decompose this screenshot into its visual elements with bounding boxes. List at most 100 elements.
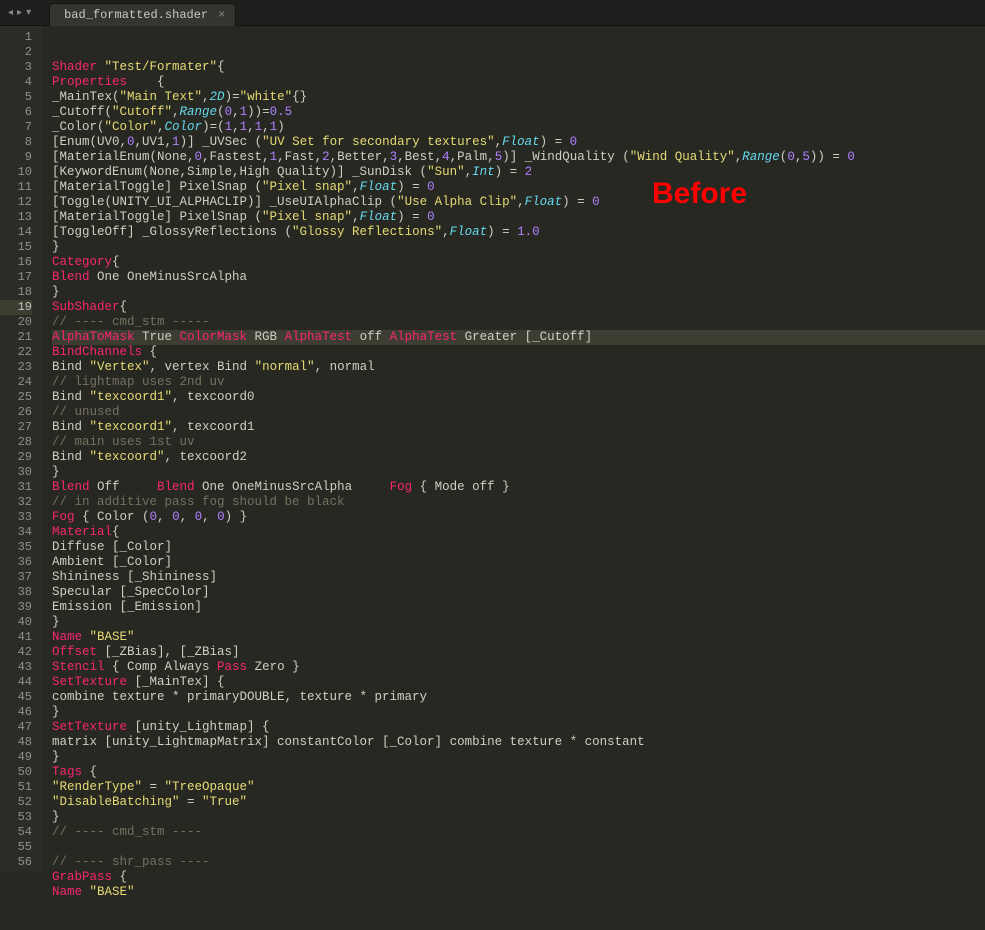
code-line[interactable]: } [52, 810, 985, 825]
code-line[interactable]: BindChannels { [52, 345, 985, 360]
nav-back-icon[interactable]: ◂ [6, 7, 15, 19]
code-line[interactable]: // ---- shr_pass ---- [52, 855, 985, 870]
code-line[interactable]: } [52, 750, 985, 765]
code-line[interactable]: Fog { Color (0, 0, 0, 0) } [52, 510, 985, 525]
code-line[interactable]: Shininess [_Shininess] [52, 570, 985, 585]
token-pl: { [142, 345, 157, 359]
code-line[interactable]: combine texture * primaryDOUBLE, texture… [52, 690, 985, 705]
code-line[interactable]: // main uses 1st uv [52, 435, 985, 450]
nav-forward-icon[interactable]: ▸ [15, 7, 24, 19]
token-pl: , [172, 105, 180, 119]
code-line[interactable]: SubShader{ [52, 300, 985, 315]
code-line[interactable]: [MaterialToggle] PixelSnap ("Pixel snap"… [52, 210, 985, 225]
file-tab[interactable]: bad_formatted.shader × [49, 3, 236, 26]
code-line[interactable]: Stencil { Comp Always Pass Zero } [52, 660, 985, 675]
line-number: 54 [0, 825, 32, 840]
code-line[interactable]: matrix [unity_LightmapMatrix] constantCo… [52, 735, 985, 750]
code-line[interactable]: // lightmap uses 2nd uv [52, 375, 985, 390]
code-line[interactable]: } [52, 705, 985, 720]
token-kw1: Name [52, 885, 82, 899]
code-line[interactable]: AlphaToMask True ColorMask RGB AlphaTest… [52, 330, 985, 345]
code-line[interactable]: } [52, 240, 985, 255]
code-line[interactable]: // unused [52, 405, 985, 420]
code-line[interactable]: Name "BASE" [52, 630, 985, 645]
code-line[interactable]: Emission [_Emission] [52, 600, 985, 615]
token-kw2: Float [450, 225, 488, 239]
token-pl: {} [292, 90, 307, 104]
code-line[interactable]: SetTexture [unity_Lightmap] { [52, 720, 985, 735]
code-line[interactable]: Tags { [52, 765, 985, 780]
token-str: "white" [240, 90, 293, 104]
token-pl: , [202, 510, 217, 524]
code-line[interactable]: Bind "Vertex", vertex Bind "normal", nor… [52, 360, 985, 375]
code-line[interactable]: [Enum(UV0,0,UV1,1)] _UVSec ("UV Set for … [52, 135, 985, 150]
code-line[interactable]: _Color("Color",Color)=(1,1,1,1) [52, 120, 985, 135]
code-line[interactable]: // ---- cmd_stm ---- [52, 825, 985, 840]
line-number: 40 [0, 615, 32, 630]
code-line[interactable]: } [52, 465, 985, 480]
editor[interactable]: 1234567891011121314151617181920212223242… [0, 26, 985, 871]
code-line[interactable]: } [52, 285, 985, 300]
code-line[interactable]: Offset [_ZBias], [_ZBias] [52, 645, 985, 660]
code-line[interactable]: [KeywordEnum(None,Simple,High Quality)] … [52, 165, 985, 180]
token-pl: ) = [540, 135, 570, 149]
token-str: "UV Set for secondary textures" [262, 135, 495, 149]
token-pl: ( [217, 105, 225, 119]
code-line[interactable]: [Toggle(UNITY_UI_ALPHACLIP)] _UseUIAlpha… [52, 195, 985, 210]
code-line[interactable]: // ---- cmd_stm ----- [52, 315, 985, 330]
code-line[interactable]: // in additive pass fog should be black [52, 495, 985, 510]
token-str: "Wind Quality" [630, 150, 735, 164]
code-line[interactable]: _Cutoff("Cutoff",Range(0,1))=0.5 [52, 105, 985, 120]
token-str: "DisableBatching" [52, 795, 180, 809]
code-line[interactable]: SetTexture [_MainTex] { [52, 675, 985, 690]
code-line[interactable]: [ToggleOff] _GlossyReflections ("Glossy … [52, 225, 985, 240]
token-str: "Test/Formater" [105, 60, 218, 74]
token-kw1: SubShader [52, 300, 120, 314]
line-number: 9 [0, 150, 32, 165]
code-line[interactable]: Name "BASE" [52, 885, 985, 900]
token-pl: ,UV1, [135, 135, 173, 149]
token-str: "Glossy Reflections" [292, 225, 442, 239]
code-line[interactable]: "DisableBatching" = "True" [52, 795, 985, 810]
code-line[interactable]: Diffuse [_Color] [52, 540, 985, 555]
line-number: 42 [0, 645, 32, 660]
code-line[interactable]: Bind "texcoord1", texcoord0 [52, 390, 985, 405]
code-area[interactable]: Shader "Test/Formater"{Properties {_Main… [42, 26, 985, 871]
code-line[interactable]: "RenderType" = "TreeOpaque" [52, 780, 985, 795]
code-line[interactable]: Category{ [52, 255, 985, 270]
code-line[interactable]: _MainTex("Main Text",2D)="white"{} [52, 90, 985, 105]
line-number: 43 [0, 660, 32, 675]
code-line[interactable]: Specular [_SpecColor] [52, 585, 985, 600]
close-icon[interactable]: × [218, 8, 225, 22]
code-line[interactable]: Material{ [52, 525, 985, 540]
token-pl: _Color( [52, 120, 105, 134]
line-number: 24 [0, 375, 32, 390]
token-pl: ) = [487, 225, 517, 239]
code-line[interactable]: Shader "Test/Formater"{ [52, 60, 985, 75]
nav-menu-icon[interactable]: ▾ [24, 7, 33, 19]
line-gutter: 1234567891011121314151617181920212223242… [0, 26, 42, 871]
token-num: 1 [172, 135, 180, 149]
code-line[interactable]: } [52, 615, 985, 630]
token-kw2: Float [360, 210, 398, 224]
code-line[interactable]: GrabPass { [52, 870, 985, 885]
code-line[interactable]: [MaterialEnum(None,0,Fastest,1,Fast,2,Be… [52, 150, 985, 165]
token-kw2: Float [502, 135, 540, 149]
code-line[interactable]: Blend One OneMinusSrcAlpha [52, 270, 985, 285]
line-number: 1 [0, 30, 32, 45]
token-num: 1 [225, 120, 233, 134]
code-line[interactable]: Ambient [_Color] [52, 555, 985, 570]
line-number: 17 [0, 270, 32, 285]
token-pl: off [352, 330, 390, 344]
code-line[interactable]: Bind "texcoord1", texcoord1 [52, 420, 985, 435]
code-line[interactable] [52, 840, 985, 855]
token-pl: { [112, 525, 120, 539]
token-pl: , [180, 510, 195, 524]
code-line[interactable]: [MaterialToggle] PixelSnap ("Pixel snap"… [52, 180, 985, 195]
token-pl: { Comp Always [105, 660, 218, 674]
token-kw1: Tags [52, 765, 82, 779]
code-line[interactable]: Blend Off Blend One OneMinusSrcAlpha Fog… [52, 480, 985, 495]
code-line[interactable]: Properties { [52, 75, 985, 90]
code-line[interactable]: Bind "texcoord", texcoord2 [52, 450, 985, 465]
token-pl: [unity_Lightmap] { [127, 720, 270, 734]
